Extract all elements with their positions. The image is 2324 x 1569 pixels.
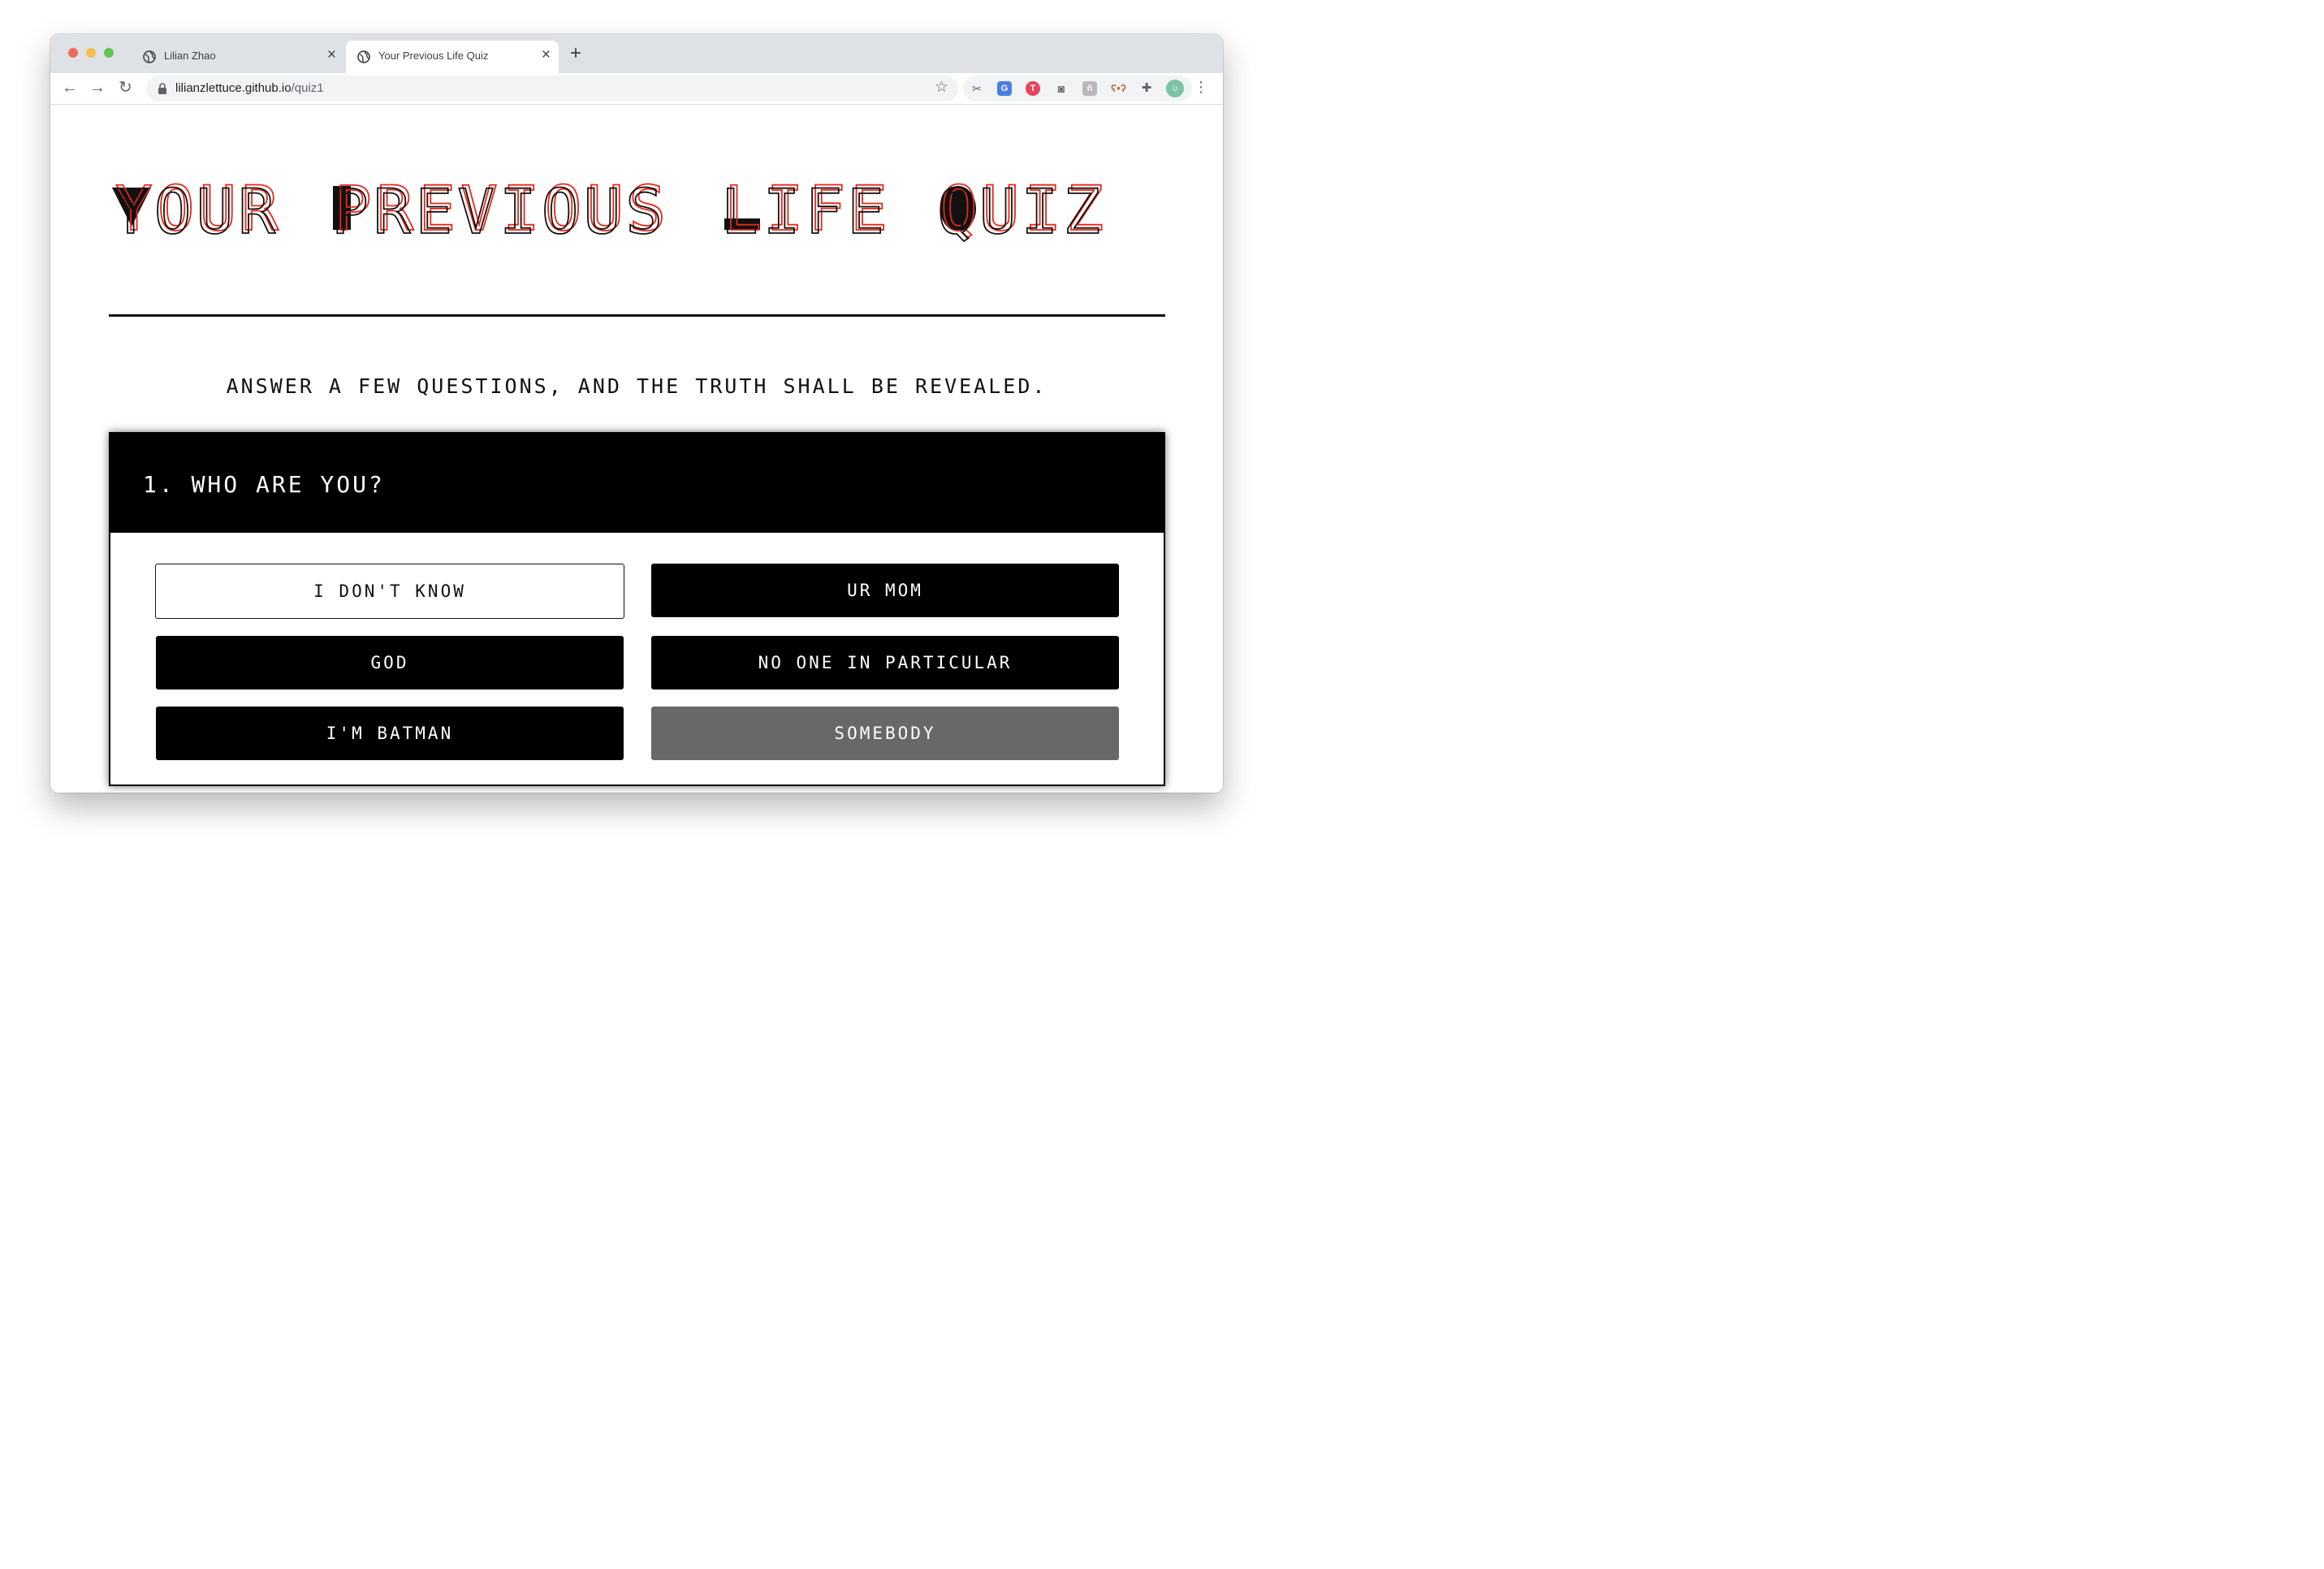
divider: [109, 314, 1165, 317]
title-word-your: YOUR: [112, 176, 280, 248]
subtitle: ANSWER A FEW QUESTIONS, AND THE TRUTH SH…: [226, 374, 1048, 398]
address-bar[interactable]: lilianzlettuce.github.io/quiz1 ☆: [146, 76, 958, 102]
bookmark-star-icon[interactable]: ☆: [935, 78, 948, 97]
url-host: lilianzlettuce.github.io: [175, 81, 292, 95]
answer-somebody-button[interactable]: SOMEBODY: [651, 707, 1119, 760]
question-card: 1. WHO ARE YOU? I DON'T KNOW UR MOM GOD …: [109, 432, 1165, 786]
bear-extension-icon[interactable]: ʕ•ʔ: [1111, 81, 1126, 96]
google-translate-extension-icon[interactable]: G: [997, 81, 1012, 96]
zoom-window-button[interactable]: [104, 48, 114, 58]
title-word-life: LIFE: [721, 176, 889, 248]
close-window-button[interactable]: [68, 48, 78, 58]
globe-icon: [357, 50, 370, 63]
answer-im-batman-button[interactable]: I'M BATMAN: [156, 707, 624, 760]
red-circle-extension-icon[interactable]: T: [1026, 81, 1040, 96]
question-text: 1. WHO ARE YOU?: [143, 471, 385, 498]
browser-toolbar: ← → ↻ lilianzlettuce.github.io/quiz1 ☆ ✂…: [50, 73, 1223, 105]
reload-button[interactable]: ↻: [119, 78, 132, 97]
back-button[interactable]: ←: [62, 78, 78, 97]
url-text[interactable]: lilianzlettuce.github.io/quiz1: [175, 81, 324, 95]
answer-i-dont-know-button[interactable]: I DON'T KNOW: [155, 564, 624, 619]
title-word-previous: PREVIOUS: [331, 176, 667, 248]
profile-avatar[interactable]: ☺: [1166, 80, 1184, 97]
page-title: YOUR PREVIOUS LIFE QUIZ YOUR PREVIOUS LI…: [111, 176, 1105, 249]
tab-strip: Lilian Zhao × Your Previous Life Quiz × …: [50, 34, 1223, 73]
answer-ur-mom-button[interactable]: UR MOM: [651, 564, 1119, 617]
puzzle-extensions-icon[interactable]: ✚: [1139, 81, 1154, 96]
minimize-window-button[interactable]: [86, 48, 96, 58]
globe-icon: [143, 50, 156, 63]
close-tab-icon[interactable]: ×: [327, 47, 336, 63]
grey-box-extension-icon[interactable]: ñ: [1082, 81, 1097, 96]
url-path: /quiz1: [291, 81, 324, 95]
browser-window: Lilian Zhao × Your Previous Life Quiz × …: [50, 34, 1223, 793]
scissors-extension-icon[interactable]: ✂: [970, 81, 984, 96]
browser-menu-icon[interactable]: ⋮: [1194, 79, 1208, 95]
tab-lilian-zhao[interactable]: Lilian Zhao ×: [132, 41, 344, 73]
extensions-bar: ✂ G T ◙ ñ ʕ•ʔ ✚ ☺: [963, 76, 1192, 102]
tab-title: Lilian Zhao: [164, 50, 216, 62]
page-content: YOUR PREVIOUS LIFE QUIZ YOUR PREVIOUS LI…: [50, 105, 1223, 793]
tab-previous-life-quiz[interactable]: Your Previous Life Quiz ×: [346, 41, 559, 73]
new-tab-button[interactable]: +: [570, 43, 581, 64]
question-header: 1. WHO ARE YOU?: [110, 434, 1164, 533]
title-word-quiz: QUIZ: [937, 176, 1105, 248]
answer-god-button[interactable]: GOD: [156, 636, 624, 689]
answer-no-one-in-particular-button[interactable]: NO ONE IN PARTICULAR: [651, 636, 1119, 689]
tab-title: Your Previous Life Quiz: [378, 50, 489, 62]
lock-icon[interactable]: [158, 83, 167, 94]
close-tab-icon[interactable]: ×: [542, 47, 551, 63]
forward-button[interactable]: →: [89, 78, 106, 97]
camera-extension-icon[interactable]: ◙: [1054, 81, 1069, 96]
